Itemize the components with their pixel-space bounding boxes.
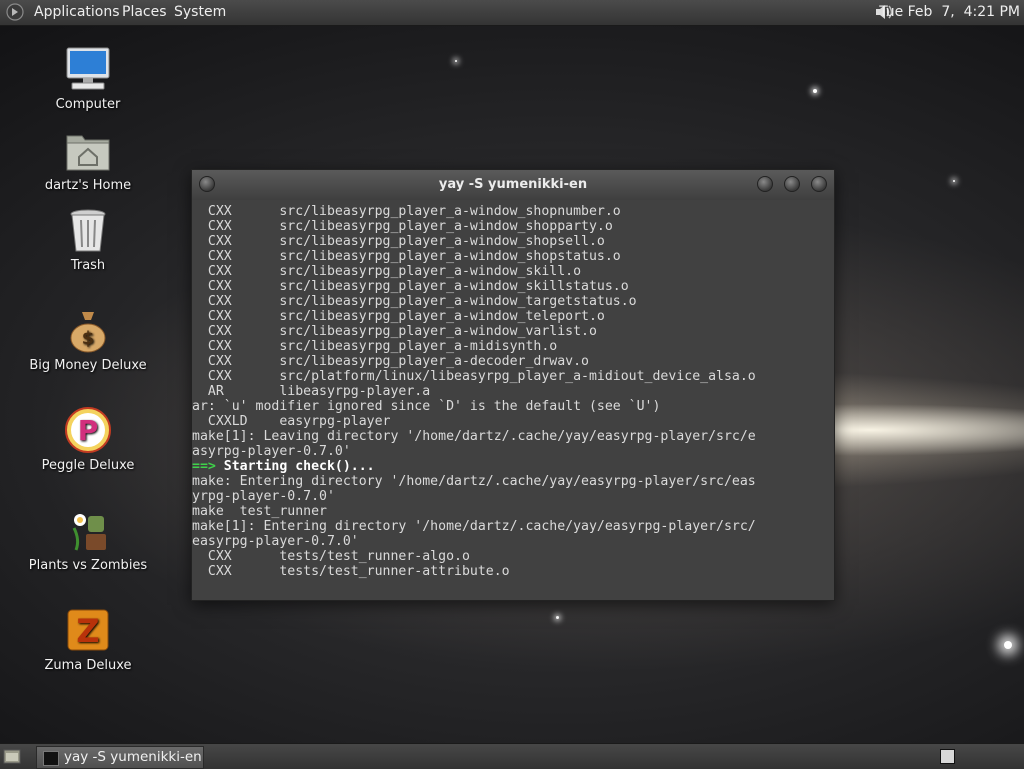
- plants-vs-zombies-icon: [64, 506, 112, 554]
- desktop-icon-label: Computer: [55, 97, 121, 112]
- svg-text:Z: Z: [76, 612, 99, 650]
- terminal-line: CXXLD easyrpg-player: [192, 414, 391, 429]
- desktop-icon-label: Plants vs Zombies: [28, 558, 148, 573]
- terminal-line: easyrpg-player-0.7.0': [192, 534, 359, 549]
- taskbar-item-terminal[interactable]: yay -S yumenikki-en: [36, 746, 204, 769]
- menu-system[interactable]: System: [174, 4, 226, 20]
- foot-logo-icon[interactable]: [6, 3, 24, 21]
- terminal-line: CXX src/libeasyrpg_player_a-midisynth.o: [192, 339, 558, 354]
- trash-icon: [64, 206, 112, 254]
- terminal-line: ar: `u' modifier ignored since `D' is th…: [192, 399, 661, 414]
- menu-places[interactable]: Places: [122, 4, 167, 20]
- terminal-line: CXX src/libeasyrpg_player_a-window_shops…: [192, 234, 605, 249]
- terminal-line: make[1]: Entering directory '/home/dartz…: [192, 519, 756, 534]
- clock[interactable]: Tue Feb 7, 4:21 PM: [879, 4, 1020, 20]
- desktop-icon-computer[interactable]: Computer: [28, 45, 148, 112]
- terminal-line: CXX src/libeasyrpg_player_a-window_shops…: [192, 249, 621, 264]
- terminal-line: CXX tests/test_runner-attribute.o: [192, 564, 510, 579]
- menu-applications[interactable]: Applications: [34, 4, 120, 20]
- terminal-line: make[1]: Leaving directory '/home/dartz/…: [192, 429, 756, 444]
- status-message: Starting check()...: [215, 459, 375, 474]
- terminal-line: CXX src/libeasyrpg_player_a-window_targe…: [192, 294, 637, 309]
- desktop-icon-plants-vs-zombies[interactable]: Plants vs Zombies: [28, 506, 148, 573]
- terminal-line: CXX src/libeasyrpg_player_a-window_skill…: [192, 279, 629, 294]
- desktop-icon-trash[interactable]: Trash: [28, 206, 148, 273]
- terminal-line: yrpg-player-0.7.0': [192, 489, 335, 504]
- arrow-prompt: ==>: [192, 459, 216, 474]
- desktop-icon-big-money[interactable]: $ Big Money Deluxe: [28, 306, 148, 373]
- terminal-line: CXX src/libeasyrpg_player_a-window_shopp…: [192, 219, 613, 234]
- terminal-line: CXX src/libeasyrpg_player_a-window_shopn…: [192, 204, 621, 219]
- desktop-icon-peggle[interactable]: P Peggle Deluxe: [28, 406, 148, 473]
- terminal-icon: [43, 751, 59, 766]
- window-title: yay -S yumenikki-en: [438, 177, 588, 192]
- money-bag-icon: $: [64, 306, 112, 354]
- window-titlebar[interactable]: yay -S yumenikki-en: [192, 170, 834, 200]
- taskbar-item-label: yay -S yumenikki-en: [64, 749, 202, 765]
- star-decoration: [813, 89, 817, 93]
- terminal-line: asyrpg-player-0.7.0': [192, 444, 351, 459]
- terminal-line: CXX src/platform/linux/libeasyrpg_player…: [192, 369, 756, 384]
- star-decoration: [455, 60, 457, 62]
- top-panel: Applications Places System Tue Feb 7, 4:…: [0, 0, 1024, 26]
- maximize-button[interactable]: [784, 176, 800, 192]
- terminal-line-highlight: ==> Starting check()...: [192, 459, 834, 474]
- terminal-line: AR libeasyrpg-player.a: [192, 384, 431, 399]
- star-decoration: [953, 180, 955, 182]
- close-button[interactable]: [811, 176, 827, 192]
- desktop-icon-label: Trash: [70, 258, 106, 273]
- desktop-icon-label: Big Money Deluxe: [29, 358, 147, 373]
- star-decoration: [556, 616, 559, 619]
- show-desktop-icon[interactable]: [3, 748, 21, 765]
- terminal-line: CXX tests/test_runner-algo.o: [192, 549, 470, 564]
- terminal-window[interactable]: yay -S yumenikki-en CXX src/libeasyrpg_p…: [191, 169, 835, 601]
- peggle-icon: P: [64, 406, 112, 454]
- desktop-icon-label: Zuma Deluxe: [44, 658, 132, 673]
- desktop-icon-zuma[interactable]: Z Zuma Deluxe: [28, 606, 148, 673]
- terminal-line: make: Entering directory '/home/dartz/.c…: [192, 474, 756, 489]
- desktop-icon-label: dartz's Home: [44, 178, 132, 193]
- bottom-panel: yay -S yumenikki-en: [0, 743, 1024, 769]
- terminal-line: make test_runner: [192, 504, 327, 519]
- terminal-line: CXX src/libeasyrpg_player_a-decoder_drwa…: [192, 354, 589, 369]
- terminal-line: CXX src/libeasyrpg_player_a-window_skill…: [192, 264, 582, 279]
- desktop-icon-home[interactable]: dartz's Home: [28, 126, 148, 193]
- terminal-line: CXX src/libeasyrpg_player_a-window_telep…: [192, 309, 605, 324]
- star-decoration: [1004, 641, 1012, 649]
- home-folder-icon: [64, 126, 112, 174]
- terminal-output[interactable]: CXX src/libeasyrpg_player_a-window_shopn…: [192, 204, 834, 594]
- desktop-icon-label: Peggle Deluxe: [41, 458, 135, 473]
- computer-icon: [64, 45, 112, 93]
- window-menu-button[interactable]: [199, 176, 215, 192]
- zuma-icon: Z: [64, 606, 112, 654]
- minimize-button[interactable]: [757, 176, 773, 192]
- workspace-switcher-icon[interactable]: [940, 749, 955, 764]
- svg-text:$: $: [82, 328, 95, 349]
- svg-text:P: P: [78, 414, 99, 447]
- terminal-line: CXX src/libeasyrpg_player_a-window_varli…: [192, 324, 597, 339]
